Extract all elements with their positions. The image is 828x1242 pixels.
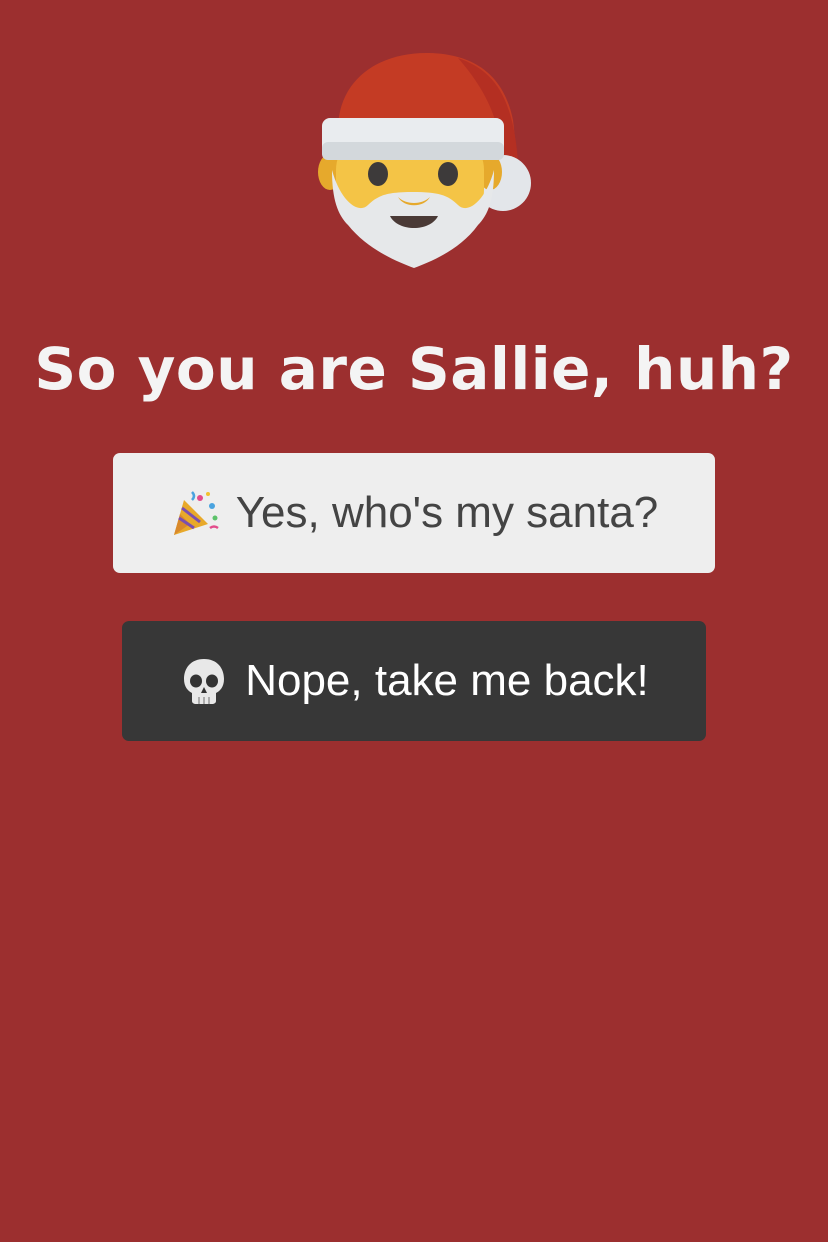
santa-icon: [318, 50, 538, 272]
cancel-button-label: Nope, take me back!: [245, 656, 649, 705]
cancel-button[interactable]: Nope, take me back!: [122, 621, 706, 741]
skull-icon: [179, 656, 229, 706]
confirm-button[interactable]: Yes, who's my santa?: [113, 453, 715, 573]
party-popper-icon: [170, 488, 220, 538]
page-title: So you are Sallie, huh?: [34, 335, 794, 403]
confirm-button-label: Yes, who's my santa?: [235, 488, 659, 537]
